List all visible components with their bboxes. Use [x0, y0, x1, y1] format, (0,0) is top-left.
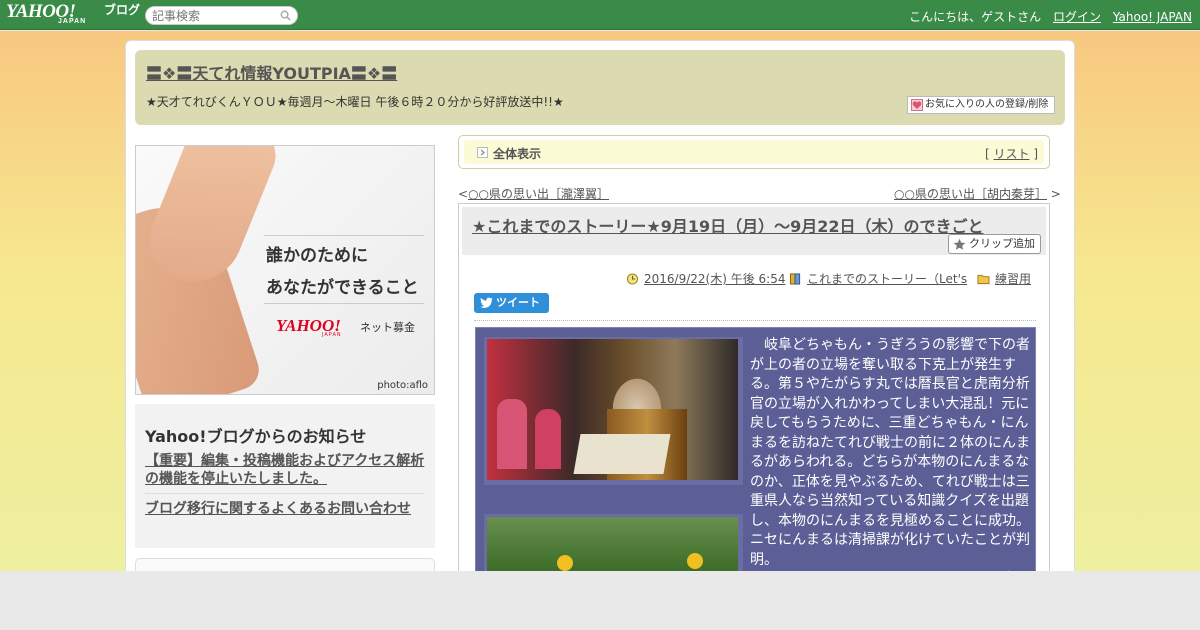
twitter-bird-icon: [480, 297, 493, 308]
notice-heading: Yahoo!ブログからのお知らせ: [145, 427, 367, 446]
prev-arrow: <: [458, 187, 469, 201]
full-view-label: 全体表示: [493, 147, 542, 161]
article-title-link[interactable]: ★これまでのストーリー★9月19日（月）～9月22日（木）のできごと: [472, 213, 984, 237]
notice-divider: [145, 493, 425, 494]
top-navigation-bar: YAHOO! JAPAN ブログ こんにちは、ゲストさん ログイン Yahoo!…: [0, 0, 1200, 30]
page-footer-area: [0, 571, 1200, 630]
donation-banner-ad[interactable]: 誰かのために あなたができること YAHOO! JAPAN ネット募金 phot…: [135, 145, 435, 395]
tweet-button[interactable]: ツイート: [474, 293, 549, 313]
photo-figure: [497, 399, 527, 469]
list-view-link[interactable]: リスト: [993, 147, 1029, 161]
yahoo-blog-logo[interactable]: YAHOO! JAPAN ブログ: [6, 2, 140, 28]
favorite-register-label: お気に入りの人の登録/削除: [925, 99, 1049, 110]
article-body: 岐阜どちゃもん・うぎろうの影響で下の者が上の者の立場を奪い取る下克上が発生する。…: [475, 327, 1036, 597]
notice-link-important[interactable]: 【重要】編集・投稿機能およびアクセス解析の機能を停止いたしました。: [145, 452, 429, 488]
net-donation-label: ネット募金: [360, 321, 415, 334]
japan-logo-text: JAPAN: [58, 18, 87, 25]
book-icon: [789, 273, 801, 285]
list-bracket-open: [: [984, 147, 990, 161]
search-icon[interactable]: [280, 10, 291, 21]
banner-headline-1: 誰かのために: [266, 246, 368, 266]
list-view-toggle: [ リスト ]: [985, 145, 1038, 162]
blog-header: 〓❖〓天てれ情報YOUTPIA〓❖〓 ★天才てれびくんＹＯＵ★毎週月～木曜日 午…: [135, 50, 1065, 125]
article-category: これまでのストーリー（Let's: [789, 270, 967, 287]
clip-add-button[interactable]: クリップ追加: [948, 234, 1041, 254]
article-search-input[interactable]: [152, 8, 272, 23]
article-header: ★これまでのストーリー★9月19日（月）～9月22日（木）のできごと クリップ追…: [462, 207, 1046, 255]
next-article-nav: ○○県の思い出［胡内秦芽］ >: [894, 185, 1061, 202]
clock-icon: [626, 273, 639, 285]
next-arrow: >: [1050, 187, 1061, 201]
article-panel: ★これまでのストーリー★9月19日（月）～9月22日（木）のできごと クリップ追…: [458, 203, 1050, 597]
list-bracket-close: ]: [1033, 147, 1038, 161]
login-link[interactable]: ログイン: [1053, 10, 1101, 24]
article-folder-link[interactable]: 練習用: [995, 272, 1031, 286]
article-divider: [474, 320, 1036, 321]
user-links: こんにちは、ゲストさん ログイン Yahoo! JAPAN: [909, 8, 1192, 25]
arrow-right-icon: [477, 147, 488, 158]
blog-title-link[interactable]: 〓❖〓天てれ情報YOUTPIA〓❖〓: [146, 60, 397, 84]
article-category-link[interactable]: これまでのストーリー（Let's: [807, 272, 967, 286]
previous-article-nav: <○○県の思い出［瀧澤翼］: [458, 185, 609, 202]
article-body-text: 岐阜どちゃもん・うぎろうの影響で下の者が上の者の立場を奪い取る下克上が発生する。…: [750, 337, 1030, 587]
view-mode-inner: 全体表示 [ リスト ]: [464, 140, 1044, 164]
banner-divider-bottom: [264, 303, 424, 304]
folder-icon: [977, 274, 990, 285]
banner-headline-2: あなたができること: [266, 278, 419, 298]
photo-mascot: [557, 555, 573, 571]
next-article-link[interactable]: ○○県の思い出［胡内秦芽］: [894, 187, 1047, 201]
article-search-box: [145, 6, 298, 25]
blog-description: ★天才てれびくんＹＯＵ★毎週月～木曜日 午後６時２０分から好評放送中!!★: [146, 95, 564, 109]
star-icon: [953, 238, 966, 250]
article-photo-1[interactable]: [484, 337, 743, 485]
article-folder: 練習用: [977, 270, 1031, 287]
photo-figure: [535, 409, 561, 469]
photo-mascot: [687, 553, 703, 569]
yahoo-japan-logo-sub: JAPAN: [322, 332, 342, 338]
article-date-link[interactable]: 2016/9/22(木) 午後 6:54: [644, 272, 785, 286]
view-mode-bar: 全体表示 [ リスト ]: [458, 135, 1050, 169]
clip-add-label: クリップ追加: [969, 237, 1035, 250]
previous-article-link[interactable]: ○○県の思い出［瀧澤翼］: [468, 187, 609, 201]
article-date: 2016/9/22(木) 午後 6:54: [626, 270, 785, 287]
photo-studio-scene: [487, 339, 738, 480]
blog-notice-panel: Yahoo!ブログからのお知らせ 【重要】編集・投稿機能およびアクセス解析の機能…: [135, 404, 435, 548]
favorite-register-button[interactable]: お気に入りの人の登録/削除: [907, 96, 1055, 114]
photo-credit: photo:aflo: [377, 380, 428, 391]
tweet-label: ツイート: [496, 296, 540, 309]
heart-icon: [911, 99, 923, 111]
photo-book: [573, 434, 671, 474]
notice-link-faq[interactable]: ブログ移行に関するよくあるお問い合わせ: [145, 500, 429, 518]
banner-divider-top: [264, 235, 424, 236]
yahoo-japan-link[interactable]: Yahoo! JAPAN: [1113, 10, 1192, 24]
blog-logo-text: ブログ: [104, 3, 141, 17]
greeting-text: こんにちは、ゲストさん: [909, 10, 1042, 24]
